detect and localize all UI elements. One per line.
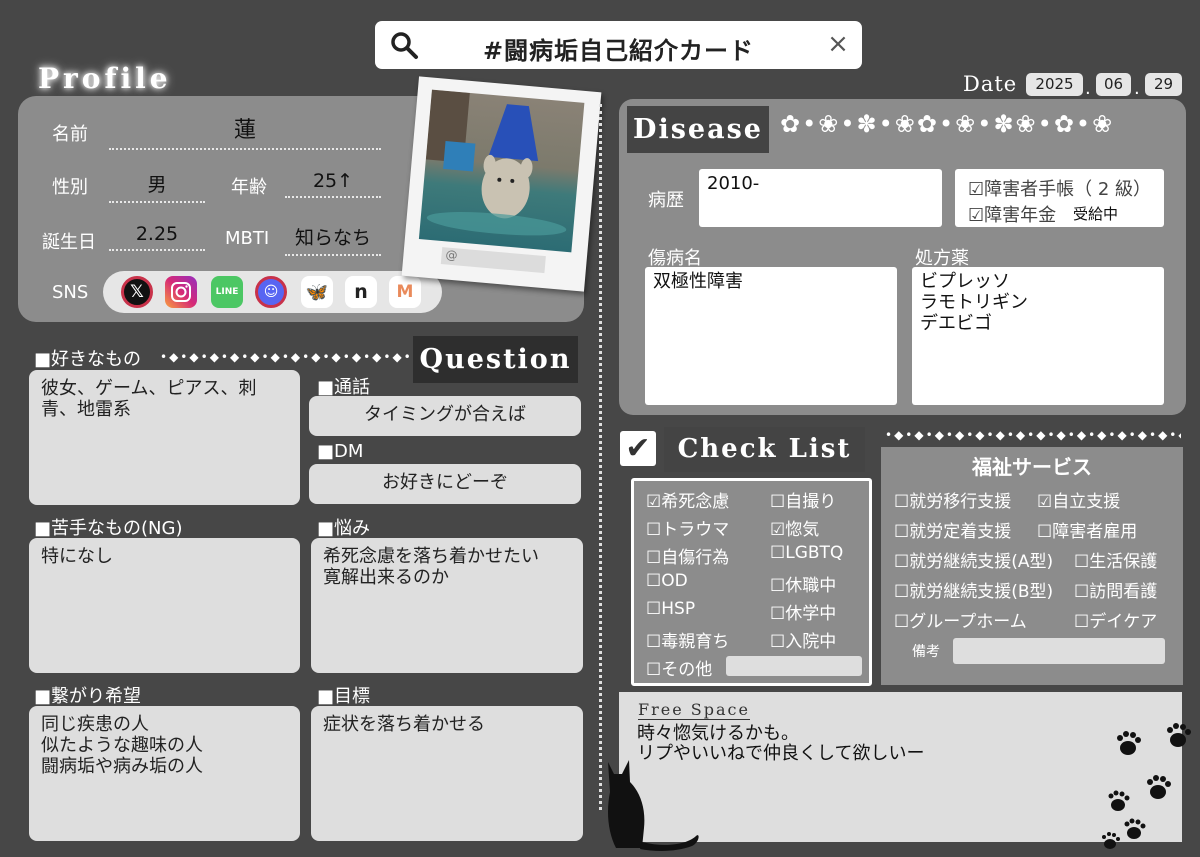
date-label: Date [963, 72, 1018, 96]
notes-input[interactable] [953, 638, 1165, 664]
worry-box: 希死念慮を落ち着かせたい 寛解出来るのか [311, 538, 583, 673]
welfare-title: 福祉サービス [972, 455, 1092, 479]
check-item[interactable]: ☐休職中 [770, 571, 836, 596]
welfare-item[interactable]: ☐就労継続支援(B型) [894, 577, 1053, 602]
check-item[interactable]: ☐自傷行為 [646, 543, 729, 568]
free-space-title: Free Space [638, 700, 750, 720]
discord-icon[interactable]: ☺ [255, 276, 287, 308]
connect-title: ■繋がり希望 [34, 686, 142, 707]
goal-box: 症状を落ち着かせる [311, 706, 583, 841]
profile-heading: Profile [38, 62, 172, 95]
date-year: 2025 [1026, 73, 1083, 96]
history-box: 2010- [699, 169, 942, 227]
date-separator: . [1085, 78, 1091, 99]
dm-answer: お好きにどーぞ [309, 464, 581, 504]
checklist-heading: Check List [664, 427, 865, 472]
connect-box: 同じ疾患の人 似たような趣味の人 闘病垢や病み垢の人 [29, 706, 300, 841]
welfare-item[interactable]: ☐グループホーム [894, 607, 1027, 632]
bluesky-icon[interactable]: 🦋 [301, 276, 333, 308]
notes-label: 備考 [912, 644, 940, 660]
profile-photo-frame: @ [401, 76, 602, 292]
flower-decoration: ✿•❀•✽•❀✿•❀•✽❀•✿•❀ [780, 110, 1115, 138]
name-label: 名前 [52, 124, 88, 145]
checklist-panel: ☑希死念慮 ☐トラウマ ☐自傷行為 ☐OD ☐HSP ☐毒親育ち ☐その他 ☐自… [631, 478, 872, 686]
date-separator: . [1134, 78, 1140, 99]
sns-label: SNS [52, 282, 89, 303]
date-month: 06 [1096, 73, 1131, 96]
center-divider [599, 104, 602, 810]
welfare-item[interactable]: ☐就労定着支援 [894, 517, 1011, 542]
goal-title: ■目標 [317, 686, 371, 707]
sns-bar: 𝕏 LINE ☺ 🦋 n M [103, 271, 442, 313]
welfare-item[interactable]: ☑自立支援 [1037, 487, 1120, 512]
welfare-item[interactable]: ☐訪問看護 [1074, 577, 1157, 602]
handbook-check: ☑障害者手帳（ 2 級） [968, 179, 1152, 200]
history-label: 病歴 [648, 190, 684, 211]
check-item[interactable]: ☑希死念慮 [646, 487, 729, 512]
instagram-icon[interactable] [165, 276, 197, 308]
welfare-item[interactable]: ☐就労継続支援(A型) [894, 547, 1053, 572]
cat-icon [608, 760, 699, 851]
check-item[interactable]: ☐休学中 [770, 599, 836, 624]
mbti-label: MBTI [225, 228, 270, 249]
check-item[interactable]: ☐トラウマ [646, 515, 729, 540]
welfare-item[interactable]: ☐生活保護 [1074, 547, 1157, 572]
dislikes-box: 特になし [29, 538, 300, 673]
age-value: 25↑ [285, 170, 381, 198]
check-item[interactable]: ☐OD [646, 571, 688, 591]
gender-label: 性別 [52, 177, 88, 198]
meds-box: ビプレッソ ラモトリギン デエビゴ [912, 267, 1164, 405]
misskey-icon[interactable]: M [389, 276, 421, 308]
check-item[interactable]: ☐LGBTQ [770, 543, 843, 563]
pension-status: 受給中 [1073, 205, 1119, 223]
gender-value: 男 [109, 170, 205, 203]
mbti-value: 知らなち [285, 223, 381, 256]
diagnosis-box: 双極性障害 [645, 267, 897, 405]
title-search-bar[interactable]: #闘病垢自己紹介カード × [375, 21, 862, 69]
likes-title: ■好きなもの [34, 349, 142, 370]
name-value: 蓮 [109, 112, 381, 150]
checkmark-icon: ✔ [620, 431, 656, 466]
disease-heading: Disease [627, 106, 769, 153]
birthday-label: 誕生日 [42, 232, 96, 253]
welfare-item[interactable]: ☐就労移行支援 [894, 487, 1011, 512]
welfare-item[interactable]: ☐障害者雇用 [1037, 517, 1137, 542]
welfare-item[interactable]: ☐デイケア [1074, 607, 1157, 632]
check-item[interactable]: ☐自撮り [770, 487, 836, 512]
pension-check: ☑障害年金 [968, 205, 1057, 226]
line-icon[interactable]: LINE [211, 276, 243, 308]
check-item[interactable]: ☐HSP [646, 599, 695, 619]
x-icon[interactable]: 𝕏 [121, 276, 153, 308]
dot-divider: •◆•◆•◆•◆•◆•◆•◆•◆•◆•◆•◆•◆•◆•◆•◆• [160, 350, 410, 364]
birthday-value: 2.25 [109, 223, 205, 251]
profile-photo [418, 89, 585, 253]
close-icon[interactable]: × [824, 30, 852, 58]
dot-divider: •◆•◆•◆•◆•◆•◆•◆•◆•◆•◆•◆•◆•◆•◆•◆• [885, 428, 1181, 442]
dm-title: ■DM [317, 441, 364, 462]
question-heading: Question [413, 336, 578, 383]
date-day: 29 [1145, 73, 1182, 96]
age-label: 年齢 [231, 177, 267, 198]
photo-handle: @ [440, 247, 546, 274]
paw-prints-icon [1102, 723, 1191, 849]
check-item[interactable]: ☐入院中 [770, 627, 836, 652]
likes-box: 彼女、ゲーム、ピアス、刺青、地雷系 [29, 370, 300, 505]
check-item[interactable]: ☐毒親育ち [646, 627, 729, 652]
check-item[interactable]: ☐その他 [646, 655, 712, 680]
other-input[interactable] [726, 656, 862, 676]
note-icon[interactable]: n [345, 276, 377, 308]
dislikes-title: ■苦手なもの(NG) [34, 518, 183, 539]
card-title: #闘病垢自己紹介カード [482, 37, 755, 65]
worry-title: ■悩み [317, 518, 371, 539]
check-item[interactable]: ☑惚気 [770, 515, 819, 540]
call-answer: タイミングが合えば [309, 396, 581, 436]
